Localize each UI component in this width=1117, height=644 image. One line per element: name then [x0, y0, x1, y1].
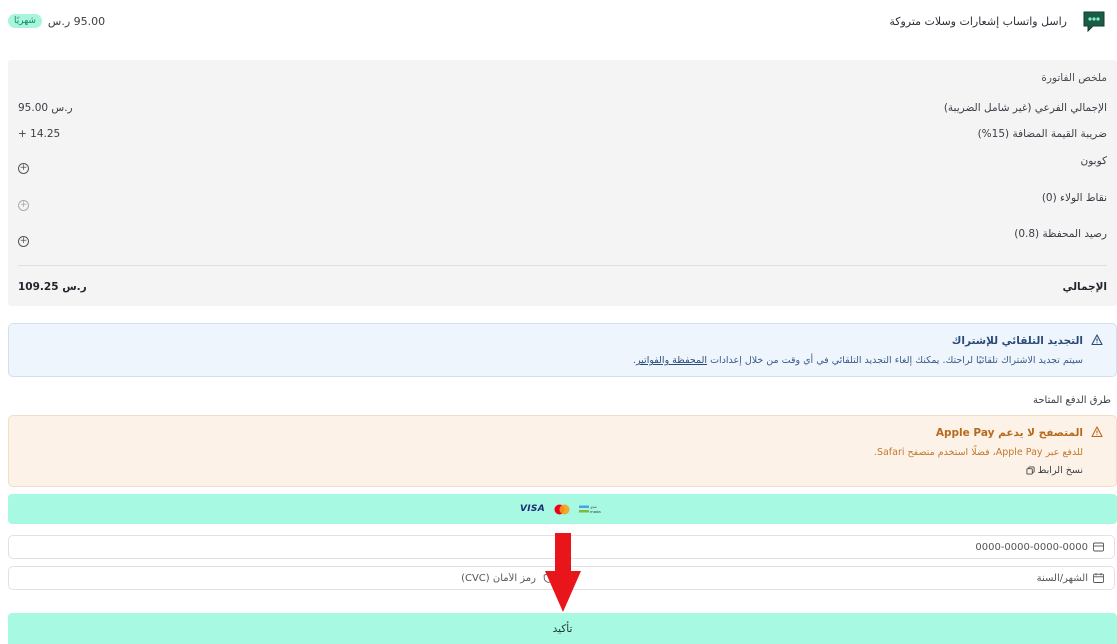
card-brand-logos: VISA مدى mada: [520, 504, 605, 515]
card-number-input[interactable]: [888, 536, 1088, 558]
payment-methods-heading: طرق الدفع المتاحة: [1033, 395, 1111, 406]
copy-link-button[interactable]: نسخ الرابط: [1026, 465, 1083, 476]
invoice-summary: ملخص الفاتورة الإجمالي الفرعي (غير شامل …: [8, 60, 1117, 306]
total-value: 109.25 ر.س: [18, 281, 87, 293]
summary-divider: [18, 265, 1107, 266]
wallet-invoices-link[interactable]: المحفظة والفواتير: [636, 355, 707, 366]
copy-icon: [1026, 466, 1035, 475]
apple-pay-warning-title: المتصفح لا يدعم Apple Pay: [935, 427, 1083, 439]
card-payment-option[interactable]: VISA مدى mada: [8, 494, 1117, 524]
warning-icon: [1091, 426, 1103, 438]
subtotal-value: 95.00 ر.س: [18, 102, 73, 114]
vat-label: ضريبة القيمة المضافة (15%): [977, 128, 1107, 140]
period-badge: شهريًا: [8, 14, 42, 28]
apple-pay-warning: المتصفح لا يدعم Apple Pay للدفع عبر Appl…: [8, 415, 1117, 487]
coupon-row: كوبون +: [18, 155, 1107, 177]
auto-renew-title: التجديد التلقائي للإشتراك: [951, 335, 1083, 347]
subtotal-label: الإجمالي الفرعي (غير شامل الضريبة): [943, 102, 1107, 114]
loyalty-label: نقاط الولاء (0): [1041, 192, 1107, 204]
auto-renew-alert: التجديد التلقائي للإشتراك سيتم تجديد الا…: [8, 323, 1117, 377]
add-wallet-icon[interactable]: +: [18, 236, 29, 247]
credit-card-icon: [1093, 542, 1104, 552]
mada-icon: مدى mada: [578, 505, 601, 514]
product-header: راسل واتساب إشعارات وسلات متروكة شهريًا …: [0, 0, 1117, 46]
copy-link-label: نسخ الرابط: [1037, 465, 1083, 476]
subtotal-row: الإجمالي الفرعي (غير شامل الضريبة) 95.00…: [18, 102, 1107, 118]
add-coupon-icon[interactable]: +: [18, 163, 29, 174]
total-row: الإجمالي 109.25 ر.س: [18, 281, 1107, 297]
summary-title: ملخص الفاتورة: [1041, 72, 1107, 84]
svg-text:mada: mada: [590, 509, 601, 514]
product-title: راسل واتساب إشعارات وسلات متروكة: [889, 15, 1067, 28]
chat-bubble-icon: [1083, 11, 1105, 33]
auto-renew-message: سيتم تجديد الاشتراك تلقائيًا لراحتك. يمك…: [710, 355, 1083, 366]
vat-value: + 14.25: [18, 128, 61, 140]
cvc-input[interactable]: [386, 567, 536, 589]
expiry-input[interactable]: [888, 567, 1088, 589]
red-arrow-icon: [545, 533, 581, 612]
warning-icon: [1091, 334, 1103, 346]
price-amount: 95.00 ر.س: [47, 14, 106, 28]
loyalty-row: نقاط الولاء (0) +: [18, 192, 1107, 214]
coupon-label: كوبون: [1080, 155, 1107, 167]
summary-title-row: ملخص الفاتورة: [18, 72, 1107, 88]
confirm-button[interactable]: تأكيد: [8, 613, 1117, 644]
total-label: الإجمالي: [1062, 281, 1107, 293]
apple-pay-warning-text: للدفع عبر Apple Pay، فضلًا استخدم متصفح …: [873, 447, 1083, 458]
auto-renew-text: سيتم تجديد الاشتراك تلقائيًا لراحتك. يمك…: [633, 355, 1083, 366]
vat-row: ضريبة القيمة المضافة (15%) + 14.25: [18, 128, 1107, 144]
wallet-row: رصيد المحفظة (0.8) +: [18, 228, 1107, 250]
wallet-label: رصيد المحفظة (0.8): [1014, 228, 1107, 240]
mastercard-icon: [554, 504, 570, 514]
price-block: شهريًا 95.00 ر.س: [8, 14, 105, 28]
calendar-icon: [1093, 573, 1104, 583]
add-loyalty-icon[interactable]: +: [18, 200, 29, 211]
visa-logo: VISA: [520, 504, 545, 514]
